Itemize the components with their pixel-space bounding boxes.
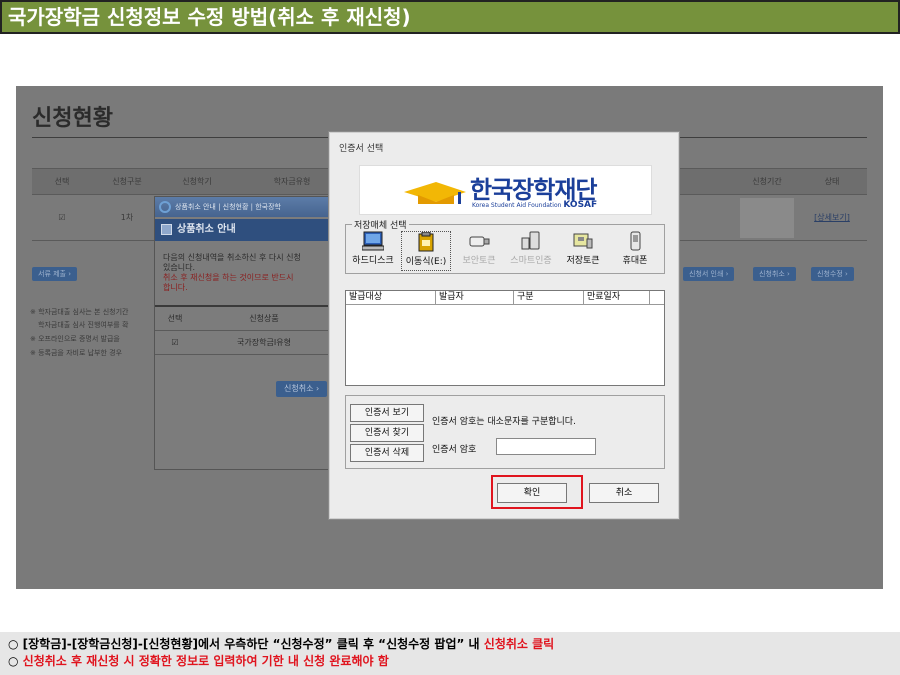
cancel-popup-header-text: 상품취소 안내: [177, 224, 236, 235]
smart-cert-icon: [521, 231, 540, 250]
certificate-dialog-title: 인증서 선택: [339, 144, 384, 154]
confirm-cancel-button[interactable]: 신청취소 ›: [276, 381, 328, 397]
ok-button-highlight: [491, 475, 583, 509]
password-case-note: 인증서 암호는 대소문자를 구분합니다.: [432, 417, 576, 427]
browser-icon: [159, 201, 171, 213]
col-period: 신청기간: [737, 168, 797, 195]
cancel-popup-header: 상품취소 안내: [155, 219, 333, 241]
table-row: ☑ 국가장학금I유형: [155, 330, 333, 355]
cancel-popup-warning-2: 합니다.: [163, 283, 188, 292]
instruction-box: ○ [장학금]-[장학금신청]-[신청현황]에서 우측하단 “신청수정” 클릭 …: [0, 632, 900, 675]
detail-link[interactable]: [상세보기]: [814, 213, 850, 222]
col-expiry[interactable]: 만료일자: [584, 291, 650, 304]
find-certificate-button[interactable]: 인증서 찾기: [350, 424, 424, 442]
col-product: 신청상품: [195, 305, 333, 331]
cancel-popup-titlebar: 상품취소 안내 | 신청현황 | 한국장학: [155, 197, 333, 217]
product-checkbox[interactable]: ☑: [155, 330, 195, 355]
cancel-popup-text-2: 있습니다.: [163, 263, 195, 272]
col-category[interactable]: 구분: [514, 291, 584, 304]
screenshot-area: 신청현황 선택 신청구분 신청학기 학자금유형 신청기간 상태 ☑ 1차 [상세…: [16, 86, 883, 589]
media-smart-cert[interactable]: 스마트인증: [506, 231, 556, 271]
note-2: 학자금대출 심사 진행여부를 확: [38, 321, 129, 329]
kosaf-logo: 한국장학재단 Korea Student Aid Foundation KOSA…: [359, 165, 652, 215]
print-application-button[interactable]: 신청서 인쇄 ›: [683, 267, 735, 281]
cancel-popup-warning-1: 취소 후 재신청을 하는 것이므로 반드시: [163, 273, 294, 282]
row-kind: 1차: [92, 194, 162, 241]
media-mobile-phone[interactable]: 휴대폰: [610, 231, 660, 271]
cancel-product-table: 선택 신청상품 ☑ 국가장학금I유형: [155, 305, 333, 355]
storage-media-group: 저장매체 선택 하드디스크 이동식(E:) 보안토큰 스마트인증 저장토큰 휴대…: [345, 218, 665, 274]
slide-title: 국가장학금 신청정보 수정 방법(취소 후 재신청): [0, 0, 900, 34]
delete-certificate-button[interactable]: 인증서 삭제: [350, 444, 424, 462]
col-subject[interactable]: 발급대상: [346, 291, 436, 304]
media-removable-drive[interactable]: 이동식(E:): [401, 231, 451, 271]
certificate-list[interactable]: 발급대상 발급자 구분 만료일자: [345, 290, 665, 386]
removable-drive-icon: [418, 232, 434, 252]
product-name: 국가장학금I유형: [195, 330, 333, 355]
period-box: [740, 197, 794, 238]
storage-token-icon: [573, 233, 593, 249]
graduation-cap-icon: [404, 182, 466, 204]
col-select: 선택: [155, 305, 195, 331]
note-3: ※ 오프라인으로 증명서 발급을: [30, 335, 120, 343]
col-semester: 신청학기: [162, 168, 232, 195]
logo-subtext: Korea Student Aid Foundation KOSAF: [472, 200, 598, 210]
cancel-popup-window-title: 상품취소 안내 | 신청현황 | 한국장학: [175, 203, 282, 211]
col-status: 상태: [797, 168, 867, 195]
page-heading: 신청현황: [32, 106, 113, 131]
storage-media-legend: 저장매체 선택: [352, 218, 409, 231]
password-group: 인증서 보기 인증서 찾기 인증서 삭제 인증서 암호는 대소문자를 구분합니다…: [345, 395, 665, 469]
view-certificate-button[interactable]: 인증서 보기: [350, 404, 424, 422]
media-storage-token[interactable]: 저장토큰: [558, 231, 608, 271]
info-square-icon: [161, 224, 172, 235]
submit-documents-button[interactable]: 서류 제출 ›: [32, 267, 78, 281]
col-issuer[interactable]: 발급자: [436, 291, 514, 304]
cancel-application-button[interactable]: 신청취소 ›: [753, 267, 796, 281]
instruction-line-1: ○ [장학금]-[장학금신청]-[신청현황]에서 우측하단 “신청수정” 클릭 …: [8, 637, 555, 651]
mobile-phone-icon: [630, 231, 641, 251]
col-kind: 신청구분: [92, 168, 162, 195]
instruction-line-2: ○ 신청취소 후 재신청 시 정확한 정보로 입력하여 기한 내 신청 완료해야…: [8, 654, 389, 668]
cancel-popup-text-1: 다음의 신청내역을 취소하신 후 다시 신청: [163, 253, 301, 262]
media-security-token[interactable]: 보안토큰: [454, 231, 504, 271]
password-input[interactable]: [496, 438, 596, 455]
security-token-icon: [469, 236, 490, 247]
col-select: 선택: [32, 168, 92, 195]
row-checkbox[interactable]: ☑: [32, 194, 92, 241]
cancel-button[interactable]: 취소: [589, 483, 659, 503]
modify-application-button[interactable]: 신청수정 ›: [811, 267, 854, 281]
note-4: ※ 등록금을 자비로 납부한 경우: [30, 349, 123, 357]
note-1: ※ 학자금대출 심사는 본 신청기간: [30, 308, 129, 316]
password-label: 인증서 암호: [432, 445, 477, 455]
certificate-dialog: 인증서 선택 한국장학재단 Korea Student Aid Foundati…: [328, 131, 680, 520]
media-hard-disk[interactable]: 하드디스크: [348, 231, 398, 271]
cancel-popup-window: 상품취소 안내 | 신청현황 | 한국장학 상품취소 안내 다음의 신청내역을 …: [154, 196, 334, 470]
hard-disk-icon: [362, 231, 384, 251]
